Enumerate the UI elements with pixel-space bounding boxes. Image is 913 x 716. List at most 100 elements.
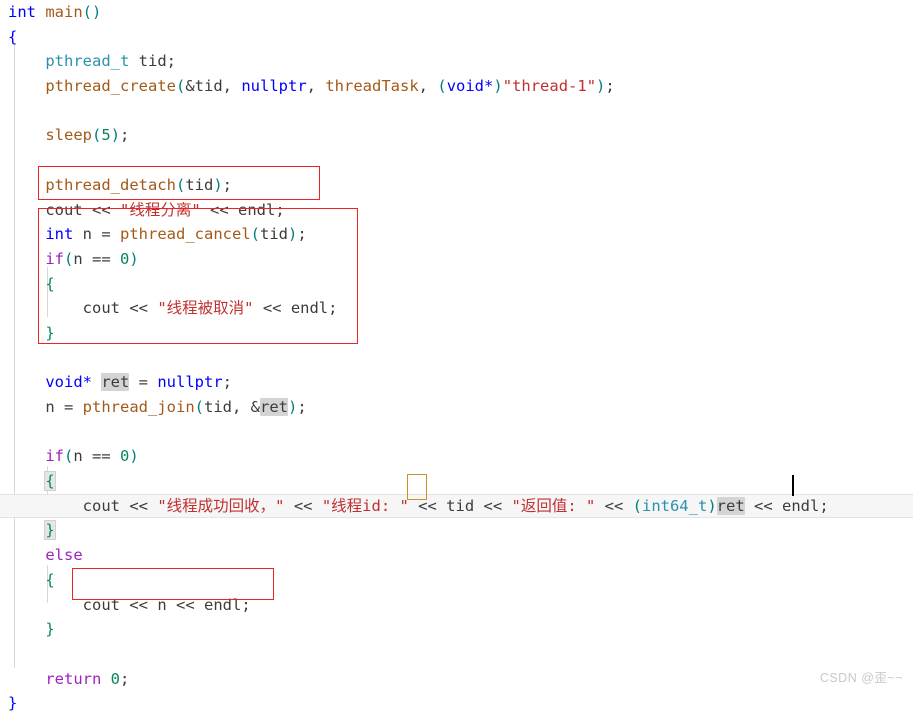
token-lparen: ( [175, 175, 186, 194]
token-shift-left: << [119, 299, 158, 318]
token-n: n [157, 595, 167, 614]
token-equality: == [82, 249, 121, 268]
token-open-brace: { [45, 274, 55, 293]
token-n: n [82, 225, 93, 244]
token-close-brace: } [45, 323, 55, 342]
code-line-5-blank[interactable] [0, 99, 913, 124]
token-number-0: 0 [110, 669, 121, 688]
code-line-10[interactable]: int n = pthread_cancel(tid); [0, 222, 913, 247]
token-shift-left: << [119, 595, 158, 614]
code-line-3[interactable]: pthread_t tid; [0, 49, 913, 74]
token-lparen: ( [92, 126, 102, 145]
token-lparen: ( [64, 249, 74, 268]
token-shift-left: << [119, 496, 158, 515]
token-ret-highlighted: ret [260, 398, 289, 416]
token-number-0: 0 [120, 447, 130, 466]
token-lparen: ( [250, 225, 261, 244]
token-rparen: ) [129, 249, 139, 268]
token-assign: = [129, 373, 158, 392]
code-line-9[interactable]: cout << "线程分离" << endl; [0, 198, 913, 223]
token-assign: = [54, 398, 83, 416]
code-line-27-blank[interactable] [0, 642, 913, 667]
token-equality: == [82, 447, 121, 466]
token-cast-lparen: ( [437, 77, 447, 96]
code-line-18-blank[interactable] [0, 420, 913, 445]
code-line-29[interactable]: } [0, 691, 913, 716]
code-line-12[interactable]: { [0, 272, 913, 297]
token-string-detach-msg: "线程分离" [119, 200, 201, 219]
code-line-21-current[interactable]: cout << "线程成功回收，" << "线程id: " << tid << … [0, 493, 913, 519]
token-shift-left: << [408, 496, 447, 515]
token-threadtask: threadTask [325, 77, 419, 96]
token-semicolon: ; [297, 398, 307, 416]
token-endl: endl [781, 496, 820, 515]
token-sleep: sleep [45, 126, 92, 145]
token-semicolon: ; [120, 669, 130, 688]
code-line-28[interactable]: return 0; [0, 667, 913, 692]
code-line-26[interactable]: } [0, 617, 913, 642]
token-endl: endl [203, 595, 242, 614]
token-shift-left: << [474, 496, 512, 515]
token-open-brace-matched: { [44, 471, 56, 492]
code-line-23[interactable]: else [0, 543, 913, 568]
token-else: else [45, 546, 83, 565]
token-cout: cout [82, 595, 120, 614]
token-cout: cout [82, 496, 120, 515]
token-parens: () [82, 3, 102, 21]
token-shift-left: << [744, 496, 782, 515]
token-n: n [73, 447, 83, 466]
code-line-20[interactable]: { [0, 469, 913, 494]
token-n: n [73, 249, 83, 268]
token-ret-highlighted: ret [101, 373, 130, 392]
code-line-1[interactable]: int main() [0, 0, 913, 25]
code-line-14[interactable]: } [0, 321, 913, 346]
token-open-brace: { [8, 27, 18, 46]
token-semicolon: ; [819, 496, 829, 515]
token-lparen: ( [175, 77, 186, 96]
token-lparen: ( [64, 447, 74, 466]
token-string-threadid-a: "线程id [321, 496, 381, 515]
token-star: * [484, 77, 494, 96]
token-pthread-join: pthread_join [82, 398, 195, 416]
token-semicolon: ; [275, 200, 285, 219]
token-number-5: 5 [101, 126, 111, 145]
token-shift-left: << [166, 595, 204, 614]
code-line-7-blank[interactable] [0, 148, 913, 173]
code-line-24[interactable]: { [0, 568, 913, 593]
token-rparen: ) [288, 225, 298, 244]
code-line-16[interactable]: void* ret = nullptr; [0, 370, 913, 395]
code-editor[interactable]: int main() { pthread_t tid; pthread_crea… [0, 0, 913, 712]
token-lparen: ( [194, 398, 204, 416]
code-line-6[interactable]: sleep(5); [0, 123, 913, 148]
token-string-success-msg: "线程成功回收，" [157, 496, 285, 515]
token-open-brace: { [45, 570, 55, 589]
token-semicolon: ; [120, 126, 130, 145]
token-tid: tid [446, 496, 475, 515]
token-tid: tid [185, 175, 214, 194]
code-line-11[interactable]: if(n == 0) [0, 247, 913, 272]
code-lines[interactable]: int main() { pthread_t tid; pthread_crea… [0, 0, 913, 716]
token-rparen: ) [213, 175, 223, 194]
token-semicolon: ; [166, 52, 177, 71]
token-tid: tid [138, 52, 167, 71]
token-void: void [45, 373, 83, 392]
token-comma: , [418, 77, 438, 96]
token-ampersand: & [185, 77, 195, 96]
token-endl: endl [290, 299, 329, 318]
token-if: if [45, 249, 64, 268]
token-string-retval-msg: "返回值: " [511, 496, 596, 515]
token-shift-left: << [82, 200, 120, 219]
token-tid: tid [194, 77, 223, 96]
code-line-8[interactable]: pthread_detach(tid); [0, 173, 913, 198]
code-line-25[interactable]: cout << n << endl; [0, 593, 913, 618]
code-line-22[interactable]: } [0, 518, 913, 543]
code-line-19[interactable]: if(n == 0) [0, 444, 913, 469]
token-rparen: ) [129, 447, 139, 466]
code-line-4[interactable]: pthread_create(&tid, nullptr, threadTask… [0, 74, 913, 99]
token-string-threadid-c: " [399, 496, 409, 515]
code-line-15-blank[interactable] [0, 346, 913, 371]
code-line-17[interactable]: n = pthread_join(tid, &ret); [0, 395, 913, 420]
code-line-13[interactable]: cout << "线程被取消" << endl; [0, 296, 913, 321]
token-cast-rparen: ) [707, 496, 717, 515]
code-line-2[interactable]: { [0, 25, 913, 50]
